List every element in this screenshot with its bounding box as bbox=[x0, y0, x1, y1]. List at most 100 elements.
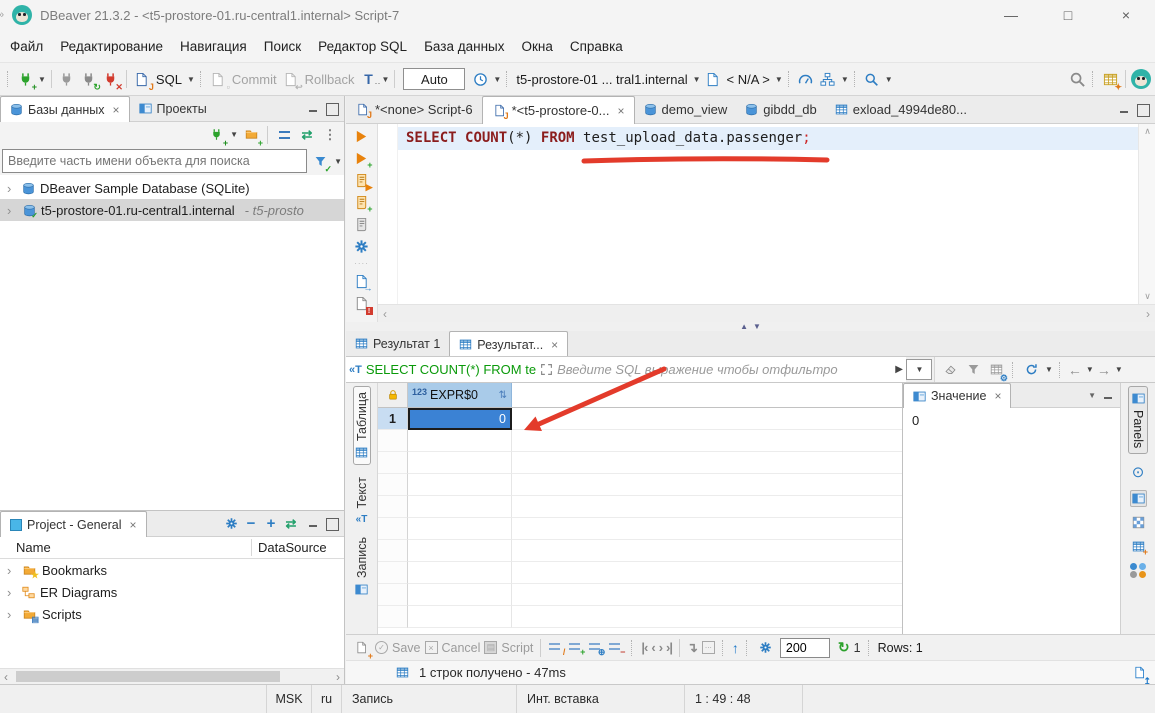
connect-icon[interactable] bbox=[57, 69, 77, 89]
project-row-er-diagrams[interactable]: › ER Diagrams bbox=[0, 581, 344, 603]
project-hscrollbar[interactable]: ‹ › bbox=[0, 668, 344, 684]
scroll-right-icon[interactable]: › bbox=[336, 670, 340, 684]
panel-minimize-icon[interactable] bbox=[307, 102, 320, 115]
editor-hscrollbar[interactable]: ‹ › bbox=[378, 304, 1155, 322]
grid-empty-row[interactable] bbox=[378, 584, 902, 606]
last-row-icon[interactable]: ›| bbox=[666, 640, 672, 655]
column-datasource[interactable]: DataSource bbox=[258, 540, 327, 555]
explain-plan-icon[interactable] bbox=[353, 215, 371, 233]
panel-minimize-icon[interactable] bbox=[307, 517, 320, 530]
reconnect-icon[interactable]: ↻ bbox=[79, 69, 99, 89]
grid-empty-row[interactable] bbox=[378, 606, 902, 628]
menu-navigation[interactable]: Навигация bbox=[180, 39, 247, 54]
next-row-icon[interactable]: › bbox=[659, 640, 662, 655]
insert-mode-indicator[interactable]: Инт. вставка bbox=[516, 685, 684, 713]
menu-sql-editor[interactable]: Редактор SQL bbox=[318, 39, 407, 54]
splitter-up-icon[interactable]: ▲ bbox=[740, 323, 748, 331]
tab-demo-view[interactable]: demo_view bbox=[635, 96, 737, 123]
add-row-icon[interactable]: + bbox=[568, 641, 584, 655]
duplicate-row-icon[interactable]: ⊕ bbox=[588, 641, 604, 655]
editor-maximize-icon[interactable] bbox=[1137, 104, 1150, 117]
row-number[interactable]: 1 bbox=[378, 408, 408, 430]
execute-statement-icon[interactable] bbox=[353, 127, 371, 145]
tab-close-icon[interactable]: × bbox=[551, 338, 558, 352]
previous-row-icon[interactable]: ‹ bbox=[651, 640, 654, 655]
metadata-panel-icon[interactable]: + bbox=[1130, 538, 1146, 554]
scroll-left-icon[interactable]: ‹ bbox=[383, 307, 387, 321]
search-metadata-icon[interactable] bbox=[862, 69, 882, 89]
commit-mode-button[interactable]: Auto bbox=[403, 68, 465, 90]
presentation-tab-grid[interactable]: Таблица bbox=[353, 386, 371, 465]
tab-close-icon[interactable]: × bbox=[994, 389, 1001, 403]
transaction-clock-icon[interactable] bbox=[470, 69, 490, 89]
expand-chevron-icon[interactable]: › bbox=[7, 203, 17, 218]
column-header-expr0[interactable]: 123 EXPR$0 ⇅ bbox=[408, 383, 512, 407]
execute-new-tab-icon[interactable]: + bbox=[353, 149, 371, 167]
quick-search-icon[interactable] bbox=[1067, 69, 1087, 89]
new-connection-icon[interactable]: + bbox=[15, 69, 35, 89]
filter-settings-icon[interactable]: ✓ bbox=[310, 151, 330, 171]
new-folder-icon[interactable]: + bbox=[241, 125, 261, 145]
sql-editor[interactable]: SELECT COUNT(*) FROM test_upload_data.pa… bbox=[378, 124, 1155, 304]
customize-grid-icon[interactable]: ⚙ bbox=[986, 360, 1006, 380]
selected-cell[interactable]: 0 bbox=[408, 408, 512, 430]
open-in-new-window-icon[interactable]: + bbox=[351, 638, 371, 658]
menu-edit[interactable]: Редактирование bbox=[60, 39, 163, 54]
object-search-input[interactable] bbox=[2, 149, 307, 173]
tab-databases[interactable]: Базы данных × bbox=[0, 96, 130, 122]
link-editor-icon[interactable]: ⇄ bbox=[297, 125, 317, 145]
grid-empty-row[interactable] bbox=[378, 430, 902, 452]
tab-project-general[interactable]: Project - General × bbox=[0, 511, 147, 537]
notifications-icon[interactable]: ↥ bbox=[1129, 663, 1149, 683]
tab-close-icon[interactable]: × bbox=[113, 103, 120, 117]
nav-forward-icon[interactable]: → bbox=[1097, 362, 1111, 378]
scroll-left-icon[interactable]: ‹ bbox=[4, 670, 8, 684]
tree-row-sample-db[interactable]: › DBeaver Sample Database (SQLite) bbox=[0, 177, 344, 199]
disconnect-icon[interactable]: ✕ bbox=[101, 69, 121, 89]
grid-empty-row[interactable] bbox=[378, 496, 902, 518]
tab-result-1[interactable]: Результат 1 bbox=[346, 331, 449, 356]
grid-settings-gear-icon[interactable] bbox=[756, 638, 776, 658]
collapse-all-icon[interactable]: − bbox=[241, 514, 261, 534]
filter-history-dropdown[interactable]: ▼ bbox=[906, 359, 932, 380]
schema-icon[interactable] bbox=[703, 69, 723, 89]
schema-selector[interactable]: < N/A > bbox=[727, 72, 770, 87]
dbeaver-perspective-icon[interactable] bbox=[1131, 69, 1151, 89]
grid-empty-row[interactable] bbox=[378, 474, 902, 496]
value-viewer-panel-icon[interactable] bbox=[1130, 490, 1147, 507]
menu-file[interactable]: Файл bbox=[10, 39, 43, 54]
new-connection-dropdown[interactable]: ▼ bbox=[38, 75, 46, 84]
expand-filter-icon[interactable] bbox=[540, 363, 553, 376]
editor-minimize-icon[interactable] bbox=[1118, 103, 1131, 116]
tab-result-2-active[interactable]: Результат... × bbox=[449, 331, 568, 357]
transaction-log-icon[interactable]: T˙˙ bbox=[359, 69, 379, 89]
view-menu-icon[interactable]: ▼ bbox=[1088, 391, 1096, 400]
grid-empty-row[interactable] bbox=[378, 518, 902, 540]
panel-maximize-icon[interactable] bbox=[326, 518, 339, 531]
panels-toggle-tab[interactable]: Panels bbox=[1128, 386, 1148, 454]
panel-maximize-icon[interactable] bbox=[326, 103, 339, 116]
sql-editor-icon[interactable]: J bbox=[132, 69, 152, 89]
view-menu-icon[interactable]: ⋮ bbox=[320, 125, 340, 145]
analyze-plan-gear-icon[interactable] bbox=[353, 237, 371, 255]
expand-chevron-icon[interactable]: › bbox=[7, 181, 17, 196]
tab-script-7-active[interactable]: J *<t5-prostore-0... × bbox=[482, 96, 635, 124]
goto-row-icon[interactable]: ↴ bbox=[687, 640, 698, 656]
calc-panel-icon[interactable] bbox=[1132, 516, 1145, 529]
nav-back-icon[interactable]: ← bbox=[1068, 362, 1082, 378]
result-grid[interactable]: 123 EXPR$0 ⇅ 1 0 bbox=[378, 383, 902, 634]
export-data-icon[interactable]: ↑ bbox=[732, 640, 739, 656]
filter-input[interactable]: «T SELECT COUNT(*) FROM te Введите SQL в… bbox=[346, 357, 906, 382]
schema-selector-dropdown[interactable]: ▼ bbox=[775, 75, 783, 84]
collapse-all-icon[interactable] bbox=[274, 125, 294, 145]
project-row-bookmarks[interactable]: › ★ Bookmarks bbox=[0, 559, 344, 581]
close-button[interactable]: × bbox=[1103, 0, 1149, 30]
task-hierarchy-icon[interactable] bbox=[818, 69, 838, 89]
tab-gibdd-db[interactable]: gibdd_db bbox=[736, 96, 826, 123]
project-settings-gear-icon[interactable] bbox=[221, 514, 241, 534]
editor-vscrollbar[interactable]: ∧ ∨ bbox=[1138, 124, 1155, 304]
sql-button[interactable]: SQL bbox=[156, 72, 182, 87]
editor-results-splitter[interactable]: ▲ ▼ bbox=[346, 322, 1155, 331]
transaction-dropdown[interactable]: ▼ bbox=[382, 75, 390, 84]
validate-script-icon[interactable]: ! bbox=[353, 294, 371, 312]
